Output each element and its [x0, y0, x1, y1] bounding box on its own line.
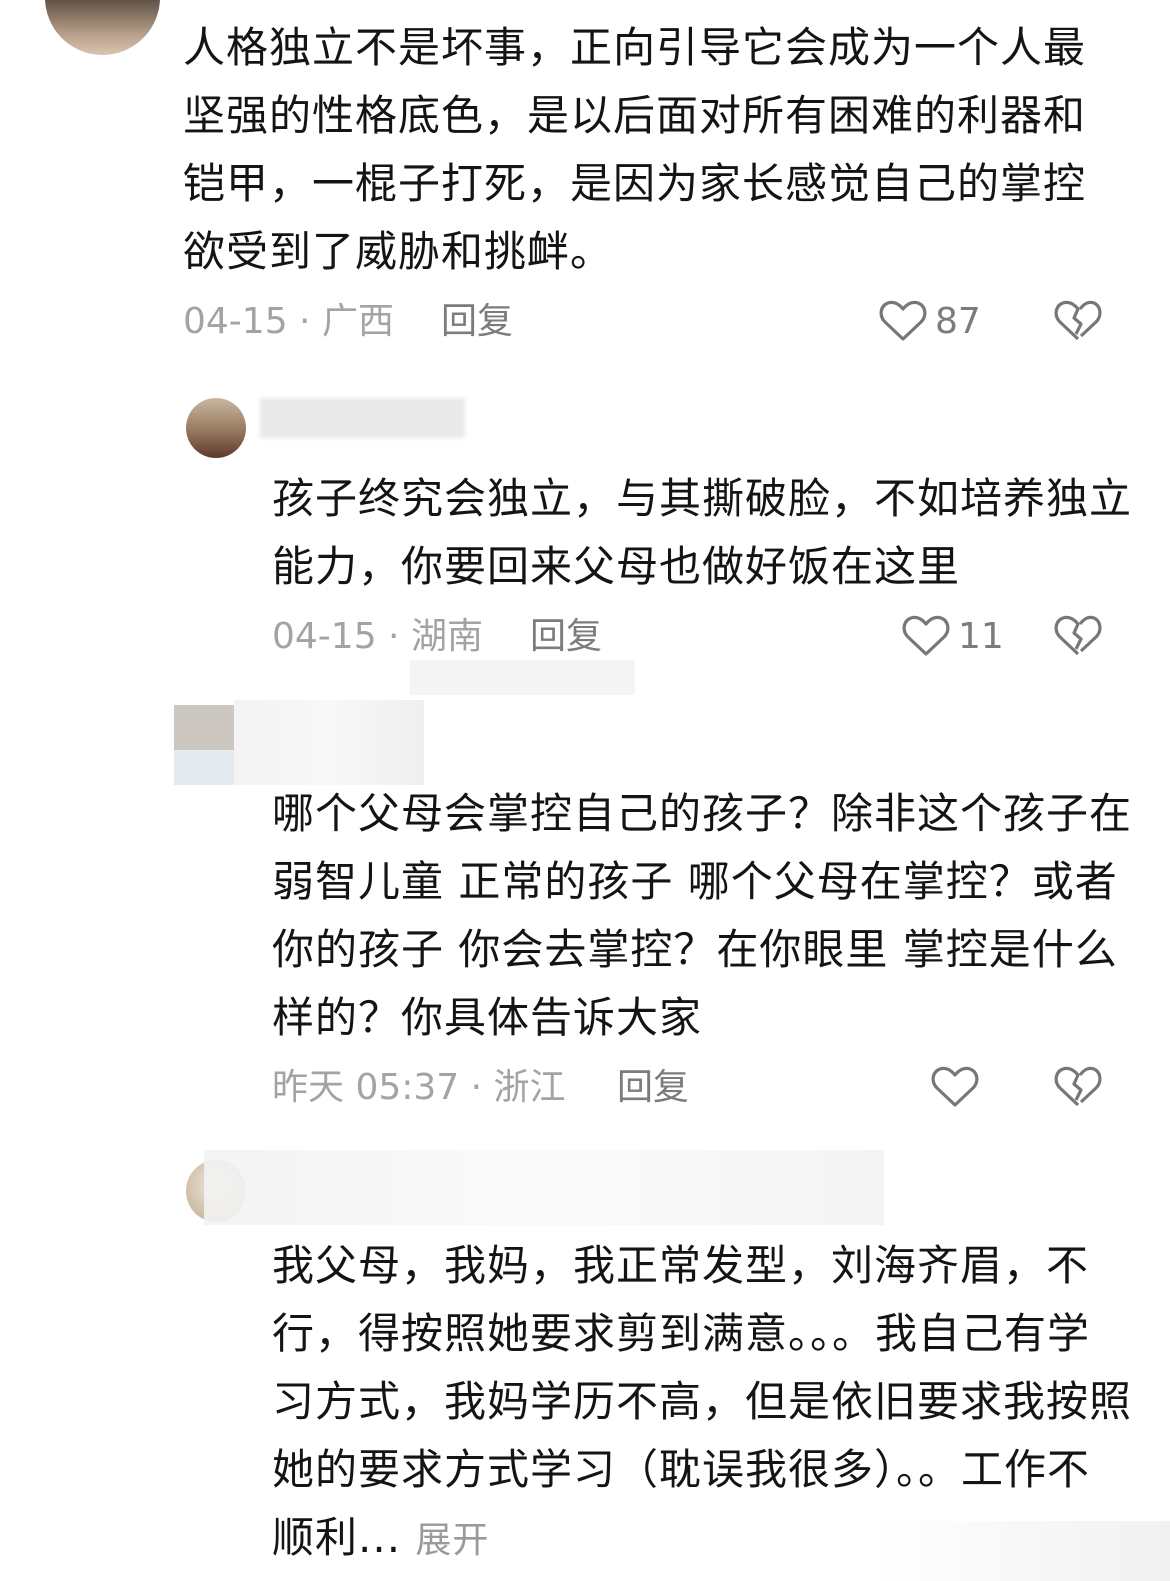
heart-outline-icon[interactable] — [931, 1064, 979, 1108]
reply-button[interactable]: 回复 — [441, 302, 513, 342]
broken-heart-icon[interactable] — [1054, 298, 1102, 342]
reply-button[interactable]: 回复 — [617, 1068, 689, 1108]
heart-outline-icon[interactable] — [902, 613, 950, 657]
broken-heart-icon[interactable] — [1054, 613, 1102, 657]
comment-text: 孩子终究会独立，与其撕破脸，不如培养独立能力，你要回来父母也做好饭在这里 — [272, 474, 1133, 591]
like-count: 11 — [958, 616, 1004, 657]
username-redacted — [260, 398, 465, 438]
username-redacted — [204, 1150, 884, 1225]
username-redacted — [410, 660, 635, 695]
expand-link[interactable]: 展开 — [415, 1520, 489, 1561]
comment-meta: 04-15 · 湖南 — [272, 616, 483, 657]
like-count: 87 — [935, 301, 981, 342]
comment-meta: 04-15 · 广西 — [183, 301, 394, 342]
avatar[interactable] — [45, 0, 160, 55]
comment-meta: 昨天 05:37 · 浙江 — [272, 1067, 566, 1108]
avatar-redacted — [174, 705, 234, 750]
heart-outline-icon[interactable] — [879, 298, 927, 342]
avatar[interactable] — [186, 398, 246, 458]
watermark — [870, 1521, 1170, 1581]
comment-text: 哪个父母会掌控自己的孩子？除非这个孩子在弱智儿童 正常的孩子 哪个父母在掌控？或… — [272, 789, 1133, 1042]
avatar-redacted — [174, 750, 234, 785]
username-redacted — [234, 700, 424, 785]
comment-text: 人格独立不是坏事，正向引导它会成为一个人最坚强的性格底色，是以后面对所有困难的利… — [183, 23, 1087, 276]
reply-button[interactable]: 回复 — [530, 617, 602, 657]
broken-heart-icon[interactable] — [1054, 1064, 1102, 1108]
